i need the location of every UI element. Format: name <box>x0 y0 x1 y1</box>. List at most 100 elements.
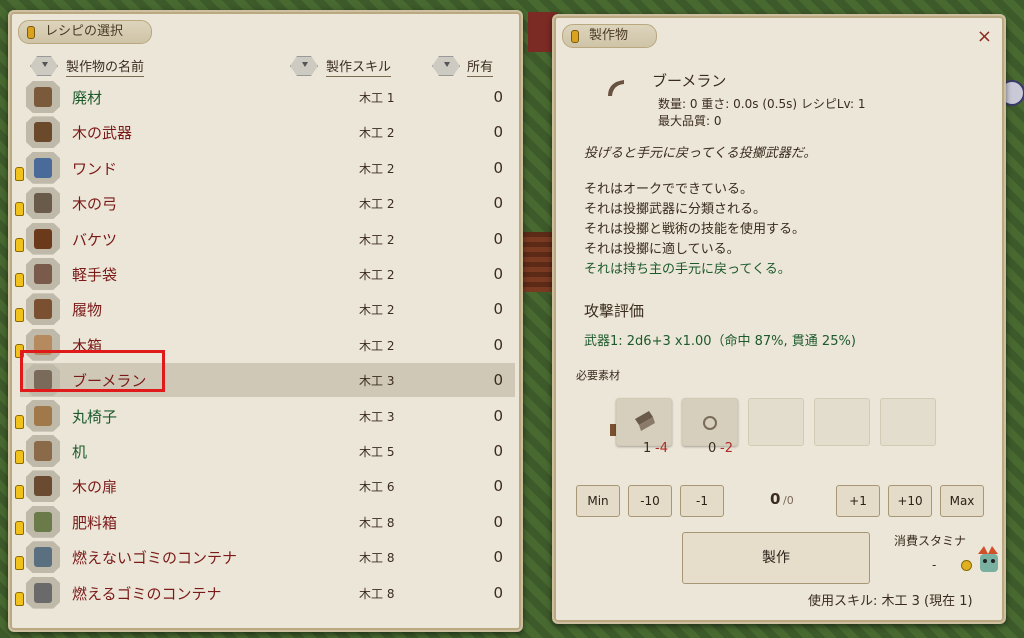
nonburnable-container-icon <box>26 541 60 574</box>
qty-max-button[interactable]: Max <box>940 485 984 517</box>
wooden-weapon-icon <box>26 116 60 149</box>
recipe-row[interactable]: 机 木工 5 0 <box>15 434 515 468</box>
character-avatar <box>978 546 998 572</box>
recipe-skill: 木工 2 <box>359 303 395 318</box>
glove-icon <box>26 258 60 290</box>
stool-icon <box>26 399 60 432</box>
bow-icon <box>26 187 60 220</box>
recipe-owned: 0 <box>493 123 503 142</box>
wand-icon <box>26 151 60 184</box>
item-desc-line: それは投擲に適している。 <box>584 242 740 257</box>
sort-name-icon[interactable] <box>30 56 58 76</box>
qty-plus1-button[interactable]: +1 <box>836 485 880 517</box>
wooden-weapon-icon-shape <box>34 122 52 143</box>
qty-minus10-button[interactable]: -10 <box>628 485 672 517</box>
new-recipe-bulb-icon <box>15 520 24 535</box>
new-recipe-bulb-icon <box>15 202 24 217</box>
recipe-name: 廃材 <box>72 89 103 107</box>
recipe-row[interactable]: 履物 木工 2 0 <box>15 292 515 326</box>
header-skill[interactable]: 製作スキル <box>326 56 392 77</box>
recipe-name: 軽手袋 <box>72 266 118 284</box>
qty-current: 0 <box>770 490 781 508</box>
recipe-row[interactable]: バケツ 木工 2 0 <box>15 222 515 256</box>
new-recipe-bulb-icon <box>15 414 24 429</box>
recipe-skill: 木工 2 <box>359 232 395 247</box>
header-name[interactable]: 製作物の名前 <box>66 56 145 77</box>
burnable-container-icon <box>26 576 60 609</box>
nonburnable-container-icon-shape <box>34 547 52 568</box>
scrap-wood-icon <box>26 81 60 113</box>
recipe-row[interactable]: 木の武器 木工 2 0 <box>20 115 515 149</box>
recipe-owned: 0 <box>493 406 503 425</box>
recipe-row[interactable]: 廃材 木工 1 0 <box>20 80 515 114</box>
material-1-have: 1 <box>643 441 652 456</box>
recipe-owned: 0 <box>493 88 503 106</box>
fertilizer-box-icon-shape <box>34 511 52 532</box>
qty-min-button[interactable]: Min <box>576 485 620 517</box>
item-quality: 最大品質: 0 <box>658 114 722 128</box>
sort-own-icon[interactable] <box>432 56 460 76</box>
material-slot-4 <box>814 398 870 446</box>
ring-icon <box>703 416 717 430</box>
recipe-name: 燃えないゴミのコンテナ <box>72 549 238 568</box>
material-slot-1[interactable]: 1 -4 <box>616 398 672 456</box>
recipe-row[interactable]: ワンド 木工 2 0 <box>15 151 515 185</box>
item-desc-line: それは投擲武器に分類される。 <box>584 202 767 217</box>
recipe-name: 燃えるゴミのコンテナ <box>72 584 222 603</box>
desk-icon <box>26 435 60 467</box>
wooden-door-icon <box>26 470 60 503</box>
recipe-skill: 木工 1 <box>359 91 395 105</box>
recipe-name: 丸椅子 <box>72 407 118 426</box>
recipe-row[interactable]: 軽手袋 木工 2 0 <box>15 257 515 291</box>
recipe-skill: 木工 2 <box>359 126 395 141</box>
recipe-name: 机 <box>72 443 88 461</box>
new-recipe-bulb-icon <box>15 556 24 571</box>
material-slot-5 <box>880 398 936 446</box>
material-2-have: 0 <box>708 441 717 456</box>
attack-title: 攻撃評価 <box>584 302 645 320</box>
crafting-panel-title: 製作物 <box>562 24 658 48</box>
fertilizer-box-icon <box>26 505 60 538</box>
recipe-panel-title-text: レシピの選択 <box>45 24 124 39</box>
recipe-skill: 木工 2 <box>359 338 395 353</box>
recipe-row[interactable]: 燃えないゴミのコンテナ 木工 8 0 <box>15 540 515 574</box>
header-own[interactable]: 所有 <box>467 56 494 77</box>
recipe-row[interactable]: 肥料箱 木工 8 0 <box>15 505 515 539</box>
recipe-row[interactable]: 丸椅子 木工 3 0 <box>15 399 515 433</box>
recipe-row[interactable]: 木の弓 木工 2 0 <box>15 186 515 220</box>
craft-button[interactable]: 製作 <box>682 532 870 584</box>
recipe-name: 履物 <box>72 301 103 320</box>
qty-minus1-button[interactable]: -1 <box>680 485 724 517</box>
qty-plus10-button[interactable]: +10 <box>888 485 932 517</box>
item-desc-line: それはオークでできている。 <box>584 182 754 197</box>
recipe-skill: 木工 5 <box>359 445 395 459</box>
material-slot-2[interactable]: 0 -2 <box>682 398 738 456</box>
item-stats: 数量: 0 重さ: 0.0s (0.5s) レシピLv: 1 <box>658 97 866 111</box>
sort-skill-icon[interactable] <box>290 56 318 76</box>
stamina-label: 消費スタミナ <box>894 534 967 548</box>
recipe-panel-title: レシピの選択 <box>18 20 153 44</box>
scrap-wood-icon-shape <box>34 87 52 107</box>
new-recipe-bulb-icon <box>15 308 24 323</box>
boots-icon-shape <box>34 299 52 320</box>
scrap-wood-icon <box>635 411 655 431</box>
recipe-row[interactable]: 木の扉 木工 6 0 <box>15 469 515 503</box>
gem-icon <box>27 26 35 39</box>
recipe-name: バケツ <box>72 230 118 249</box>
recipe-owned: 0 <box>493 229 503 248</box>
stamina-orb-icon <box>961 560 972 571</box>
recipe-owned: 0 <box>493 442 503 460</box>
crafting-panel-title-text: 製作物 <box>589 28 629 43</box>
wooden-door-icon-shape <box>34 476 52 497</box>
recipe-skill: 木工 2 <box>359 161 395 176</box>
recipe-row[interactable]: 燃えるゴミのコンテナ 木工 8 0 <box>15 576 515 610</box>
attack-value: 武器1: 2d6+3 x1.00（命中 87%, 貫通 25%) <box>584 334 856 349</box>
close-icon[interactable]: × <box>977 26 992 47</box>
gem-icon <box>571 30 579 43</box>
recipe-owned: 0 <box>493 158 503 177</box>
skill-used: 使用スキル: 木工 3 (現在 1) <box>808 594 973 609</box>
recipe-owned: 0 <box>493 194 503 213</box>
recipe-skill: 木工 3 <box>359 374 395 389</box>
materials-label: 必要素材 <box>576 369 620 382</box>
desk-icon-shape <box>34 441 52 461</box>
